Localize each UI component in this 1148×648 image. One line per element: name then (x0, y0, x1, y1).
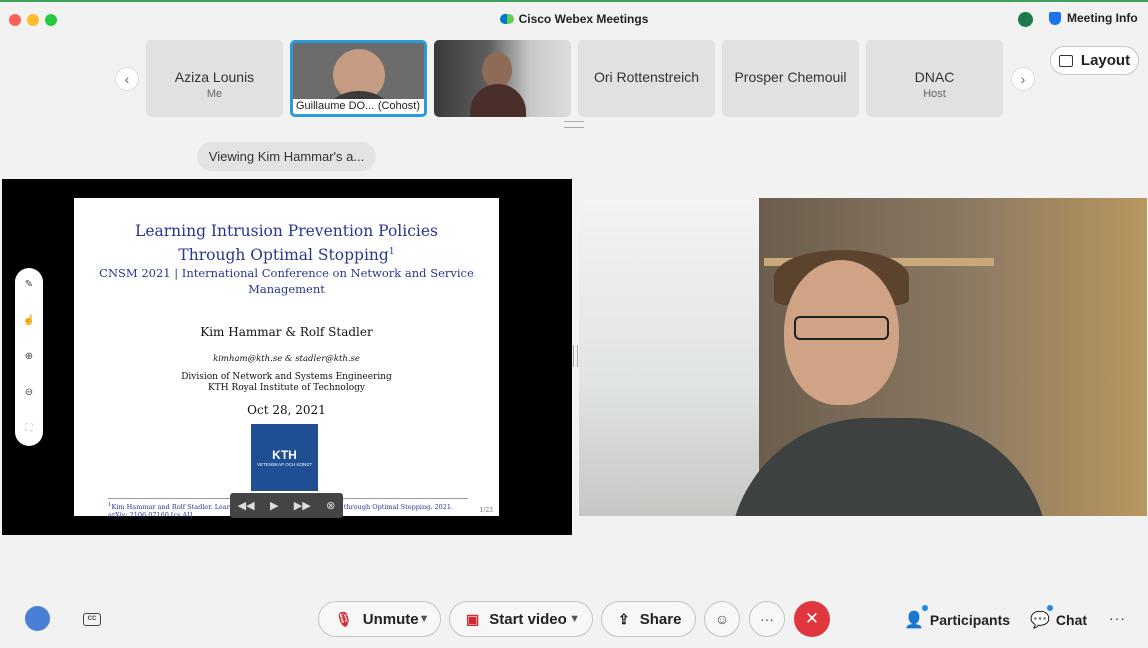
start-video-button[interactable]: ▣ Start video ▼ (449, 601, 593, 637)
media-controls[interactable]: ◀◀ ▶ ▶▶ ⊗ (230, 493, 343, 518)
zoom-out-icon[interactable]: ⊖ (22, 386, 36, 400)
chevron-down-icon[interactable]: ▼ (569, 613, 580, 625)
play-icon[interactable]: ▶ (270, 499, 278, 512)
active-speaker-video (579, 198, 1147, 516)
share-icon: ⇪ (618, 610, 630, 627)
shared-content-area: Learning Intrusion Prevention Policies T… (2, 179, 572, 535)
title-bar: Cisco Webex Meetings Meeting Info (0, 2, 1148, 36)
slide-institution: Division of Network and Systems Engineer… (181, 372, 392, 393)
camera-off-icon: ▣ (466, 610, 480, 627)
request-control-icon[interactable]: ☝ (22, 314, 36, 328)
slide-title: Learning Intrusion Prevention Policies T… (135, 222, 438, 265)
connection-stats-icon[interactable] (1018, 12, 1033, 27)
webex-assistant-icon[interactable] (25, 606, 50, 631)
strip-next-arrow-icon[interactable]: › (1011, 67, 1035, 91)
annotation-toolbar: ✎ ☝ ⊕ ⊖ ⛶ (15, 268, 43, 446)
unmute-button[interactable]: 🎙 Unmute ▼ (318, 601, 441, 637)
participants-button[interactable]: 👤 Participants (904, 610, 1010, 630)
layout-button[interactable]: Layout (1050, 46, 1139, 75)
chat-bubble-icon: 💬 (1030, 612, 1050, 629)
chevron-down-icon[interactable]: ▼ (419, 613, 430, 625)
annotate-pen-icon[interactable]: ✎ (22, 278, 36, 292)
slide-authors: Kim Hammar & Rolf Stadler (200, 325, 373, 339)
participant-tile[interactable]: Prosper Chemouil (722, 40, 859, 117)
meeting-info-button[interactable]: Meeting Info (1049, 11, 1138, 25)
closed-captions-icon[interactable]: CC (83, 613, 101, 626)
participant-tile[interactable]: DNAC Host (866, 40, 1003, 117)
person-icon: 👤 (904, 612, 924, 629)
participant-caption: Guillaume DO... (Cohost) (293, 99, 424, 114)
shield-icon (1049, 11, 1061, 25)
slide-emails: kimham@kth.se & stadler@kth.se (213, 354, 360, 364)
viewing-share-label: Viewing Kim Hammar's a... (197, 142, 376, 171)
layout-icon (1058, 54, 1073, 67)
app-title: Cisco Webex Meetings (0, 12, 1148, 26)
close-icon[interactable]: ⊗ (326, 499, 335, 512)
strip-drag-handle[interactable] (564, 121, 584, 128)
slide-date: Oct 28, 2021 (247, 403, 326, 417)
participants-notification-dot (922, 605, 928, 611)
more-icon[interactable]: ··· (1109, 610, 1126, 626)
reactions-button[interactable]: ☺ (704, 601, 740, 637)
participant-tile[interactable]: Ori Rottenstreich (578, 40, 715, 117)
ellipsis-icon: ··· (760, 611, 774, 627)
strip-prev-arrow-icon[interactable]: ‹ (115, 67, 139, 91)
kth-logo: KTH VETENSKAP OCH KONST (251, 424, 318, 491)
slide-page-number: 1/23 (479, 507, 493, 514)
zoom-in-icon[interactable]: ⊕ (22, 350, 36, 364)
chat-button[interactable]: 💬 Chat (1030, 610, 1087, 630)
split-resize-handle[interactable] (573, 345, 578, 367)
fullscreen-icon[interactable]: ⛶ (22, 422, 36, 436)
participant-tile-video[interactable] (434, 40, 571, 117)
leave-meeting-button[interactable]: ✕ (794, 601, 830, 637)
close-icon: ✕ (804, 609, 820, 628)
mic-muted-icon: 🎙 (335, 610, 353, 627)
emoji-icon: ☺ (714, 611, 730, 627)
chat-notification-dot (1047, 605, 1053, 611)
fast-forward-icon[interactable]: ▶▶ (294, 499, 311, 512)
participant-tile[interactable]: Aziza Lounis Me (146, 40, 283, 117)
share-button[interactable]: ⇪ Share (601, 601, 696, 637)
webex-logo-icon (499, 14, 514, 24)
presentation-slide: Learning Intrusion Prevention Policies T… (74, 198, 499, 519)
participant-tile-selected[interactable]: Guillaume DO... (Cohost) (290, 40, 427, 117)
slide-conference: CNSM 2021 | International Conference on … (99, 266, 474, 296)
more-options-button[interactable]: ··· (749, 601, 785, 637)
rewind-icon[interactable]: ◀◀ (238, 499, 255, 512)
